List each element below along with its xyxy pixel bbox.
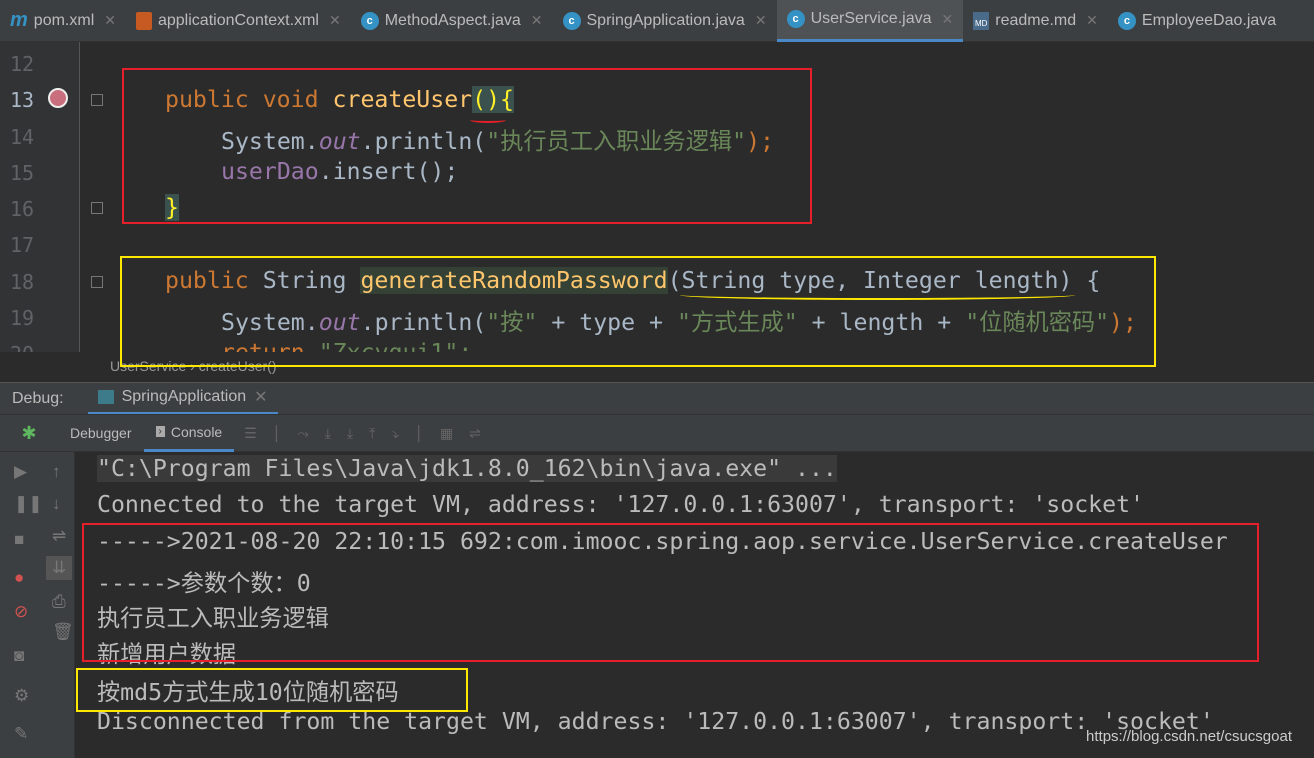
tab-label: readme.md [995, 11, 1077, 29]
line-number: 19 [10, 306, 35, 330]
tab-pom-xml[interactable]: m pom.xml ✕ [0, 0, 126, 42]
debug-header: Debug: SpringApplication ✕ [0, 382, 1314, 415]
tab-debugger[interactable]: Debugger [58, 425, 144, 441]
console-line: Connected to the target VM, address: '12… [97, 491, 1145, 518]
step-icons[interactable]: ☰│⤳⤓⤓⤒⤵│▦⇌ [234, 425, 497, 442]
line-number: 14 [10, 125, 35, 149]
debug-label: Debug: [12, 389, 64, 407]
run-class-icon: c [562, 11, 581, 30]
mute-breakpoints-icon[interactable]: ⊘ [14, 602, 28, 622]
tab-label: MethodAspect.java [384, 11, 521, 29]
breakpoint-method-icon[interactable] [48, 88, 68, 108]
resume-icon[interactable]: ▶ [14, 462, 27, 482]
xml-file-icon [135, 11, 152, 30]
line-number: 16 [10, 197, 35, 221]
tab-console[interactable]: › Console [143, 414, 235, 452]
view-breakpoints-icon[interactable]: ● [14, 568, 24, 588]
close-icon[interactable]: ✕ [531, 12, 543, 29]
settings-icon[interactable]: ⚙ [14, 686, 29, 706]
close-icon[interactable]: ✕ [942, 11, 954, 28]
class-icon: c [786, 10, 805, 28]
clear-icon[interactable]: 🗑 [52, 622, 74, 642]
debug-side-toolbar: ▶ ❚❚ ■ ● ⊘ ◙ ⚙ ✎ ↑ ↓ ⇌ ⇊ ⎙ 🗑 [0, 452, 75, 758]
close-icon[interactable]: ✕ [104, 12, 116, 29]
tab-label: UserService.java [810, 10, 932, 27]
line-number: 15 [10, 161, 35, 185]
pause-icon[interactable]: ❚❚ [14, 494, 43, 514]
close-icon[interactable]: ✕ [329, 12, 341, 29]
fold-icon[interactable] [91, 276, 103, 288]
bug-icon: ✱ [21, 422, 37, 443]
tab-label: EmployeeDao.java [1141, 11, 1277, 29]
fold-icon[interactable] [91, 94, 103, 106]
debug-session-tab[interactable]: SpringApplication ✕ [87, 383, 278, 415]
stop-icon[interactable]: ■ [14, 530, 24, 550]
line-number: 20 [10, 342, 40, 352]
annotation-underline [470, 117, 506, 123]
annotation-yellow-box [76, 668, 468, 712]
fold-icon[interactable] [91, 202, 103, 214]
up-icon[interactable]: ↑ [52, 462, 61, 482]
line-number: 17 [10, 233, 35, 257]
console-icon: › [155, 426, 165, 437]
tab-label: applicationContext.xml [157, 11, 319, 29]
maven-icon: m [10, 9, 28, 31]
tab-label: Console [170, 423, 223, 440]
gutter: 12 13 14 15 16 17 18 19 20 [0, 42, 103, 352]
down-icon[interactable]: ↓ [52, 494, 61, 514]
tab-label: SpringApplication.java [586, 11, 745, 29]
soft-wrap-icon[interactable]: ⇌ [52, 526, 66, 546]
annotation-yellow-box [120, 256, 1156, 367]
console-line: "C:\Program Files\Java\jdk1.8.0_162\bin\… [97, 455, 837, 482]
pin-icon[interactable]: ✎ [14, 724, 28, 744]
tab-application-context[interactable]: applicationContext.xml ✕ [126, 0, 351, 42]
console-line: Disconnected from the target VM, address… [97, 708, 1214, 735]
close-icon[interactable]: ✕ [1086, 12, 1098, 29]
debug-toolbar: ✱ Debugger › Console ☰│⤳⤓⤓⤒⤵│▦⇌ [0, 414, 1314, 452]
annotation-red-box [122, 68, 812, 224]
window-icon [97, 390, 114, 404]
class-icon: c [1117, 11, 1136, 30]
camera-icon[interactable]: ◙ [14, 646, 24, 666]
line-number: 18 [10, 270, 35, 294]
tab-label: SpringApplication [121, 388, 247, 405]
watermark: https://blog.csdn.net/csucsgoat [1086, 728, 1292, 745]
tab-spring-application[interactable]: c SpringApplication.java ✕ [553, 0, 777, 42]
annotation-red-box [82, 523, 1259, 662]
class-icon: c [360, 11, 379, 30]
scroll-to-end-icon[interactable]: ⇊ [46, 556, 73, 580]
markdown-icon: MD [973, 11, 990, 30]
line-number: 12 [10, 52, 35, 76]
tab-readme[interactable]: MD readme.md ✕ [963, 0, 1108, 42]
tab-user-service[interactable]: c UserService.java ✕ [776, 0, 964, 42]
print-icon[interactable]: ⎙ [52, 592, 66, 612]
tab-method-aspect[interactable]: c MethodAspect.java ✕ [351, 0, 553, 42]
close-icon[interactable]: ✕ [254, 387, 267, 407]
annotation-underline [680, 290, 1075, 300]
line-number: 13 [10, 88, 35, 112]
tab-label: pom.xml [33, 11, 95, 29]
tab-employee-dao[interactable]: c EmployeeDao.java [1108, 0, 1286, 42]
close-icon[interactable]: ✕ [755, 12, 767, 29]
editor-tabs: m pom.xml ✕ applicationContext.xml ✕ c Metho… [0, 0, 1314, 42]
